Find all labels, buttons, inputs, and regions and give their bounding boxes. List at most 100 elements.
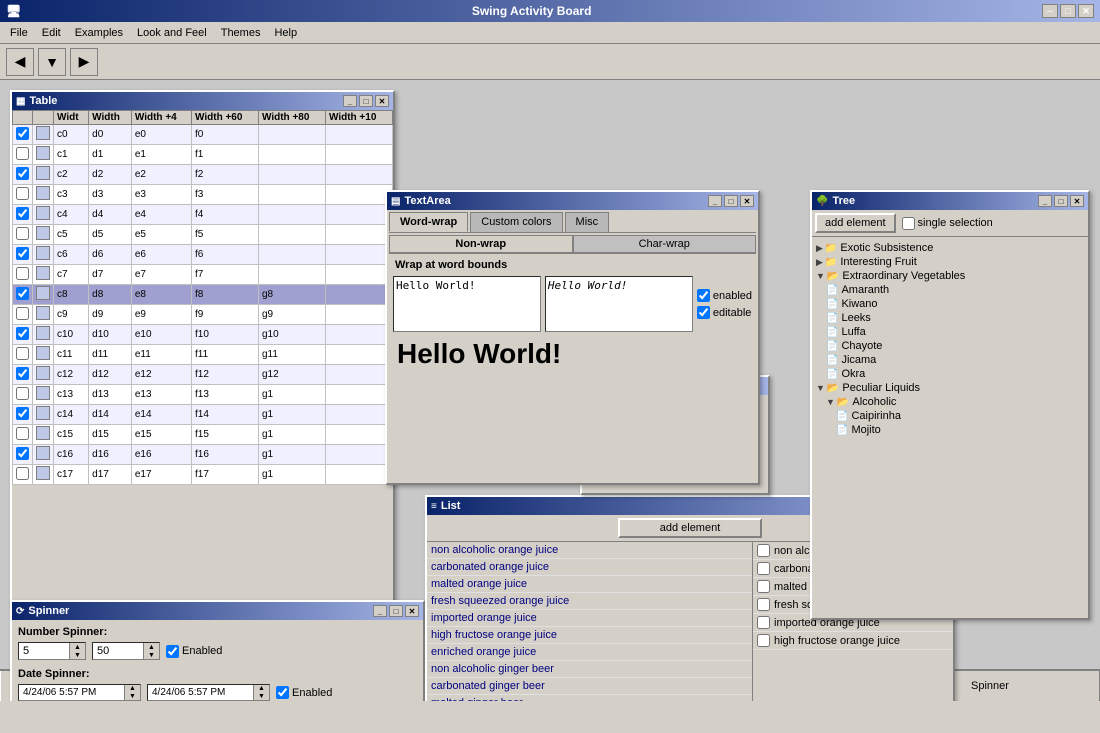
- table-row[interactable]: c12 d12 e12 f12 g12: [13, 365, 393, 385]
- enabled-check[interactable]: enabled: [697, 289, 752, 302]
- tree-item-alcoholic[interactable]: ▼ 📂 Alcoholic: [826, 395, 1084, 409]
- tree-close[interactable]: ✕: [1070, 195, 1084, 207]
- list-item-6[interactable]: high fructose orange juice: [427, 627, 752, 644]
- list-item-2[interactable]: carbonated orange juice: [427, 559, 752, 576]
- tree-item-kiwano[interactable]: 📄 Kiwano: [826, 297, 1084, 311]
- row-checkbox-4[interactable]: [16, 207, 29, 220]
- tree-item-chayote[interactable]: 📄 Chayote: [826, 339, 1084, 353]
- number-enabled-check[interactable]: Enabled: [166, 645, 222, 658]
- textarea-minimize[interactable]: _: [708, 195, 722, 207]
- list-check-6[interactable]: high fructose orange juice: [753, 632, 953, 650]
- table-row[interactable]: c3 d3 e3 f3: [13, 185, 393, 205]
- tree-maximize[interactable]: □: [1054, 195, 1068, 207]
- row-check-2[interactable]: [13, 165, 33, 185]
- tree-add-button[interactable]: add element: [815, 213, 896, 233]
- list-add-button[interactable]: add element: [618, 518, 763, 538]
- menu-themes[interactable]: Themes: [215, 25, 267, 41]
- list-cb-1[interactable]: [757, 544, 770, 557]
- list-cb-6[interactable]: [757, 634, 770, 647]
- col-width80[interactable]: Width +80: [258, 111, 325, 125]
- row-checkbox-0[interactable]: [16, 127, 29, 140]
- col-width60[interactable]: Width +60: [192, 111, 259, 125]
- tab-word-wrap[interactable]: Word-wrap: [389, 212, 468, 232]
- tree-item-leeks[interactable]: 📄 Leeks: [826, 311, 1084, 325]
- date-enabled-check[interactable]: Enabled: [276, 686, 332, 699]
- list-item-7[interactable]: enriched orange juice: [427, 644, 752, 661]
- row-check-16[interactable]: [13, 445, 33, 465]
- date-spinner-1-input[interactable]: [19, 685, 124, 700]
- date-spinner-2-input[interactable]: [148, 685, 253, 700]
- list-item-3[interactable]: malted orange juice: [427, 576, 752, 593]
- spinner-2-up[interactable]: ▲: [144, 643, 159, 651]
- table-minimize[interactable]: _: [343, 95, 357, 107]
- list-item-10[interactable]: malted ginger beer: [427, 695, 752, 701]
- enabled-checkbox[interactable]: [697, 289, 710, 302]
- table-row[interactable]: c4 d4 e4 f4: [13, 205, 393, 225]
- single-selection-checkbox[interactable]: [902, 217, 915, 230]
- forward-button[interactable]: ▶: [70, 48, 98, 76]
- row-check-8[interactable]: [13, 285, 33, 305]
- tree-minimize[interactable]: _: [1038, 195, 1052, 207]
- subtab-non-wrap[interactable]: Non-wrap: [389, 235, 573, 253]
- list-item-5[interactable]: imported orange juice: [427, 610, 752, 627]
- spinner-2-down[interactable]: ▼: [144, 651, 159, 659]
- spinner-maximize[interactable]: □: [389, 605, 403, 617]
- date-spinner-2-up[interactable]: ▲: [254, 685, 269, 693]
- table-row[interactable]: c10 d10 e10 f10 g10: [13, 325, 393, 345]
- row-check-12[interactable]: [13, 365, 33, 385]
- row-checkbox-7[interactable]: [16, 267, 29, 280]
- list-item-4[interactable]: fresh squeezed orange juice: [427, 593, 752, 610]
- row-checkbox-11[interactable]: [16, 347, 29, 360]
- row-check-9[interactable]: [13, 305, 33, 325]
- tree-item-peculiar[interactable]: ▼ 📂 Peculiar Liquids: [816, 381, 1084, 395]
- row-checkbox-13[interactable]: [16, 387, 29, 400]
- table-row[interactable]: c6 d6 e6 f6: [13, 245, 393, 265]
- row-checkbox-14[interactable]: [16, 407, 29, 420]
- row-checkbox-3[interactable]: [16, 187, 29, 200]
- row-checkbox-8[interactable]: [16, 287, 29, 300]
- list-item-9[interactable]: carbonated ginger beer: [427, 678, 752, 695]
- table-row[interactable]: c7 d7 e7 f7: [13, 265, 393, 285]
- back-button[interactable]: ◀: [6, 48, 34, 76]
- row-checkbox-9[interactable]: [16, 307, 29, 320]
- row-checkbox-6[interactable]: [16, 247, 29, 260]
- table-row[interactable]: c16 d16 e16 f16 g1: [13, 445, 393, 465]
- date-spinner-2-down[interactable]: ▼: [254, 693, 269, 701]
- table-row[interactable]: c0 d0 e0 f0: [13, 125, 393, 145]
- list-cb-5[interactable]: [757, 616, 770, 629]
- row-checkbox-5[interactable]: [16, 227, 29, 240]
- spinner-close[interactable]: ✕: [405, 605, 419, 617]
- maximize-button[interactable]: □: [1060, 4, 1076, 18]
- table-row[interactable]: c15 d15 e15 f15 g1: [13, 425, 393, 445]
- menu-look-and-feel[interactable]: Look and Feel: [131, 25, 213, 41]
- col-width[interactable]: Width: [89, 111, 132, 125]
- row-check-15[interactable]: [13, 425, 33, 445]
- date-spinner-1-up[interactable]: ▲: [125, 685, 140, 693]
- editable-checkbox[interactable]: [697, 306, 710, 319]
- tree-item-vegetables[interactable]: ▼ 📂 Extraordinary Vegetables: [816, 269, 1084, 283]
- tree-item-amaranth[interactable]: 📄 Amaranth: [826, 283, 1084, 297]
- down-button[interactable]: ▼: [38, 48, 66, 76]
- menu-file[interactable]: File: [4, 25, 34, 41]
- row-check-5[interactable]: [13, 225, 33, 245]
- list-cb-4[interactable]: [757, 598, 770, 611]
- table-row[interactable]: c8 d8 e8 f8 g8: [13, 285, 393, 305]
- row-check-0[interactable]: [13, 125, 33, 145]
- small-textarea[interactable]: Hello World!: [393, 276, 541, 332]
- tree-item-interesting[interactable]: ▶ 📁 Interesting Fruit: [816, 255, 1084, 269]
- spinner-2-input[interactable]: [93, 643, 143, 659]
- row-check-10[interactable]: [13, 325, 33, 345]
- table-row[interactable]: c9 d9 e9 f9 g9: [13, 305, 393, 325]
- menu-examples[interactable]: Examples: [69, 25, 129, 41]
- row-checkbox-10[interactable]: [16, 327, 29, 340]
- row-checkbox-12[interactable]: [16, 367, 29, 380]
- table-row[interactable]: c13 d13 e13 f13 g1: [13, 385, 393, 405]
- date-spinner-1-down[interactable]: ▼: [125, 693, 140, 701]
- spinner-1-up[interactable]: ▲: [70, 643, 85, 651]
- row-check-4[interactable]: [13, 205, 33, 225]
- row-checkbox-1[interactable]: [16, 147, 29, 160]
- col-width4[interactable]: Width +4: [131, 111, 191, 125]
- list-cb-2[interactable]: [757, 562, 770, 575]
- tree-item-mojito[interactable]: 📄 Mojito: [836, 423, 1084, 437]
- table-row[interactable]: c1 d1 e1 f1: [13, 145, 393, 165]
